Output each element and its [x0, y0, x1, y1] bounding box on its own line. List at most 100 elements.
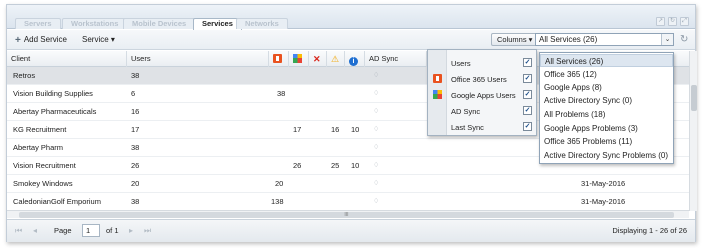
cell-users: 17: [131, 125, 140, 134]
service-menu-button[interactable]: Service ▾: [82, 35, 115, 44]
table-row[interactable]: Smokey Windows 20 20 ♢ 31-May-2016: [7, 175, 689, 193]
cell-client: Smokey Windows: [13, 179, 73, 188]
next-page-icon[interactable]: ▸: [129, 226, 133, 235]
services-filter-select[interactable]: All Services (26) ⌄: [535, 33, 674, 46]
refresh-icon[interactable]: ↻: [680, 34, 691, 45]
checkbox-last-sync[interactable]: ✓: [523, 122, 532, 131]
cell-users: 38: [131, 197, 140, 206]
cell-office365-users: 38: [277, 89, 286, 98]
cell-info: 10: [351, 125, 360, 134]
sync-status-icon: ♢: [373, 198, 380, 205]
column-header-client[interactable]: Client: [7, 51, 127, 67]
tab-servers[interactable]: Servers: [15, 18, 61, 29]
vertical-scrollbar[interactable]: [689, 51, 697, 211]
cell-users: 26: [131, 161, 140, 170]
menu-item-office365-users[interactable]: Office 365 Users ✓: [428, 71, 536, 87]
menu-item-label: Office 365 Users: [451, 75, 507, 84]
checkbox-google-apps-users[interactable]: ✓: [523, 90, 532, 99]
cell-users: 6: [131, 89, 136, 98]
chevron-down-icon[interactable]: ⌄: [661, 34, 673, 45]
first-page-icon[interactable]: ⏮: [15, 226, 22, 236]
plus-icon: +: [15, 35, 21, 46]
last-page-icon[interactable]: ⏭: [144, 226, 151, 236]
column-header-errors[interactable]: ✕: [309, 51, 327, 67]
add-service-label: Add Service: [23, 35, 67, 44]
column-header-info[interactable]: i: [345, 51, 365, 67]
detach-icon[interactable]: ↗: [656, 17, 665, 26]
cell-last-sync: 31-May-2016: [581, 179, 626, 188]
menu-item-users[interactable]: Users ✓: [428, 55, 536, 71]
tab-services[interactable]: Services: [193, 18, 242, 30]
sync-status-icon: ♢: [373, 90, 380, 97]
google-apps-icon: [293, 54, 302, 63]
tab-workstations[interactable]: Workstations: [62, 18, 128, 29]
horizontal-scrollbar[interactable]: III: [7, 210, 689, 218]
table-row[interactable]: CaledonianGolf Emporium 38 138 ♢ 31-May-…: [7, 193, 689, 211]
cell-client: Vision Recruitment: [13, 161, 76, 170]
page-number-input[interactable]: 1: [82, 224, 100, 237]
toolbar: + Add Service Service ▾ Columns ▾ All Ser…: [7, 30, 695, 50]
vertical-scroll-thumb[interactable]: [691, 85, 697, 111]
display-status: Displaying 1 - 26 of 26: [612, 226, 687, 235]
warning-icon: ⚠: [331, 54, 340, 64]
column-header-users[interactable]: Users: [127, 51, 269, 67]
sync-status-icon: ♢: [373, 108, 380, 115]
cell-client: Vision Building Supplies: [13, 89, 93, 98]
option-all-problems[interactable]: All Problems (18): [540, 108, 673, 121]
option-google-apps[interactable]: Google Apps (8): [540, 81, 673, 94]
error-x-icon: ✕: [313, 54, 321, 64]
pagination-bar: ⏮ ◂ Page 1 of 1 ▸ ⏭ Displaying 1 - 26 of…: [7, 219, 695, 242]
info-icon: i: [349, 57, 358, 66]
menu-item-google-apps-users[interactable]: Google Apps Users ✓: [428, 87, 536, 103]
services-panel: Servers Workstations Mobile Devices Serv…: [6, 4, 697, 242]
add-service-button[interactable]: + Add Service: [15, 35, 67, 46]
page-count-label: of 1: [106, 226, 119, 235]
cell-client: CaledonianGolf Emporium: [13, 197, 101, 206]
cell-client: KG Recruitment: [13, 125, 67, 134]
menu-item-label: Last Sync: [451, 123, 484, 132]
horizontal-scroll-thumb[interactable]: III: [19, 212, 674, 218]
checkbox-users[interactable]: ✓: [523, 58, 532, 67]
cell-users: 38: [131, 143, 140, 152]
cell-google-apps-users: 26: [293, 161, 302, 170]
cell-users: 38: [131, 71, 140, 80]
sync-status-icon: ♢: [373, 126, 380, 133]
option-ad-sync-problems[interactable]: Active Directory Sync Problems (0): [540, 149, 673, 162]
cell-last-sync: 31-May-2016: [581, 197, 626, 206]
column-header-warnings[interactable]: ⚠: [327, 51, 345, 67]
office365-icon: [433, 74, 442, 83]
cell-users: 20: [131, 179, 140, 188]
office365-icon: [273, 54, 282, 63]
tab-bar: Servers Workstations Mobile Devices Serv…: [7, 5, 695, 30]
cell-office365-users: 20: [275, 179, 284, 188]
previous-page-icon[interactable]: ◂: [33, 226, 37, 235]
option-google-apps-problems[interactable]: Google Apps Problems (3): [540, 122, 673, 135]
services-filter-value: All Services (26): [539, 35, 598, 44]
menu-item-label: AD Sync: [451, 107, 481, 116]
columns-menu: Users ✓ Office 365 Users ✓ Google Apps U…: [427, 49, 537, 136]
cell-google-apps-users: 17: [293, 125, 302, 134]
cell-client: Abertay Pharm: [13, 143, 64, 152]
column-header-ad-sync[interactable]: AD Sync: [365, 51, 427, 67]
option-all-services[interactable]: All Services (26): [540, 54, 673, 67]
maximize-icon[interactable]: ⤢: [680, 17, 689, 26]
tab-mobile-devices[interactable]: Mobile Devices: [123, 18, 196, 29]
cell-warnings: 25: [331, 161, 340, 170]
checkbox-ad-sync[interactable]: ✓: [523, 106, 532, 115]
column-header-office365[interactable]: [269, 51, 289, 67]
refresh-panel-icon[interactable]: ↻: [668, 17, 677, 26]
cell-client: Abertay Pharmaceuticals: [13, 107, 97, 116]
option-office-365-problems[interactable]: Office 365 Problems (11): [540, 135, 673, 148]
cell-client: Retros: [13, 71, 36, 80]
sync-status-icon: ♢: [373, 180, 380, 187]
cell-warnings: 16: [331, 125, 340, 134]
menu-item-last-sync[interactable]: Last Sync ✓: [428, 119, 536, 135]
option-active-directory-sync[interactable]: Active Directory Sync (0): [540, 94, 673, 107]
option-office-365[interactable]: Office 365 (12): [540, 68, 673, 81]
columns-button[interactable]: Columns ▾: [491, 33, 539, 46]
menu-item-ad-sync[interactable]: AD Sync ✓: [428, 103, 536, 119]
checkbox-office365-users[interactable]: ✓: [523, 74, 532, 83]
menu-item-label: Users: [451, 59, 471, 68]
column-header-google-apps[interactable]: [289, 51, 309, 67]
tab-networks[interactable]: Networks: [236, 18, 288, 29]
